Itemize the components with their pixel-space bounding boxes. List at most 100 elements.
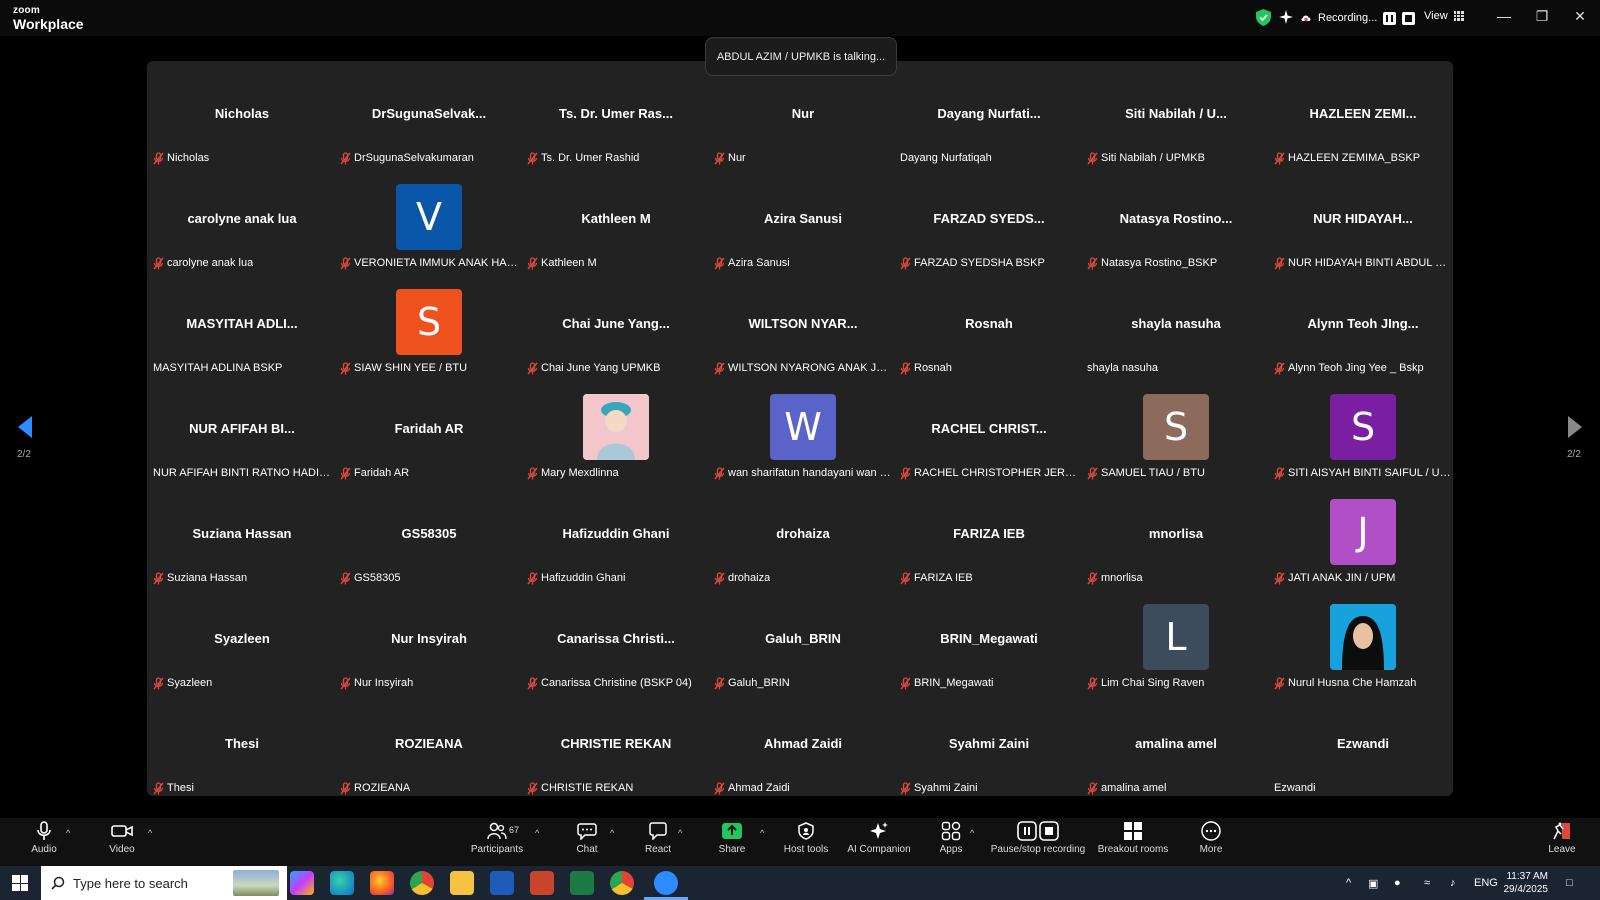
- view-button[interactable]: View: [1424, 10, 1464, 22]
- participant-tile[interactable]: Ts. Dr. Umer Ras... Ts. Dr. Umer Rashid: [523, 63, 709, 168]
- word-app-icon[interactable]: [490, 871, 514, 895]
- powerpoint-app-icon[interactable]: [530, 871, 554, 895]
- microphone-tray-icon[interactable]: ●: [1394, 866, 1401, 900]
- participant-tile[interactable]: V VERONIETA IMMUK ANAK HARR...: [336, 168, 522, 273]
- chat-button[interactable]: Chat: [572, 818, 602, 866]
- meet-now-icon[interactable]: ▣: [1368, 866, 1378, 900]
- next-page-arrow-icon[interactable]: [1566, 415, 1584, 439]
- encryption-shield-icon[interactable]: [1256, 9, 1271, 26]
- participant-tile[interactable]: S SAMUEL TIAU / BTU: [1083, 378, 1269, 483]
- participant-tile[interactable]: drohaiza drohaiza: [710, 483, 896, 588]
- chrome-profile-app-icon[interactable]: [610, 871, 634, 895]
- react-button[interactable]: React: [642, 818, 674, 866]
- zoom-app-icon[interactable]: [654, 871, 678, 895]
- participant-tile[interactable]: Canarissa Christi... Canarissa Christine …: [523, 588, 709, 693]
- participant-tile[interactable]: Siti Nabilah / U... Siti Nabilah / UPMKB: [1083, 63, 1269, 168]
- participant-tile[interactable]: Hafizuddin Ghani Hafizuddin Ghani: [523, 483, 709, 588]
- pause-stop-recording-button[interactable]: Pause/stop recording: [990, 818, 1086, 866]
- participant-tile[interactable]: NUR AFIFAH BI... NUR AFIFAH BINTI RATNO H…: [149, 378, 335, 483]
- participant-tile[interactable]: shayla nasuha shayla nasuha: [1083, 273, 1269, 378]
- previous-page-arrow-icon[interactable]: [16, 415, 34, 439]
- close-icon[interactable]: ✕: [1570, 8, 1590, 26]
- participant-tile[interactable]: ROZIEANA ROZIEANA: [336, 693, 522, 798]
- participant-tile[interactable]: RACHEL CHRIST... RACHEL CHRISTOPHER JERRY…: [896, 378, 1082, 483]
- audio-button[interactable]: Audio: [26, 818, 62, 866]
- participant-tile[interactable]: Suziana Hassan Suziana Hassan: [149, 483, 335, 588]
- participant-tile[interactable]: Ezwandi Ezwandi: [1270, 693, 1456, 798]
- wifi-icon[interactable]: ≈: [1424, 866, 1430, 900]
- participant-tile[interactable]: BRIN_Megawati BRIN_Megawati: [896, 588, 1082, 693]
- host-shield-icon: [798, 822, 814, 840]
- participant-tile[interactable]: Nur Nur: [710, 63, 896, 168]
- stop-recording-button[interactable]: [1402, 11, 1416, 25]
- chrome-app-icon[interactable]: [410, 871, 434, 895]
- participant-tile[interactable]: Nurul Husna Che Hamzah: [1270, 588, 1456, 693]
- video-options-chevron-icon[interactable]: ^: [148, 828, 156, 838]
- participant-tile[interactable]: Galuh_BRIN Galuh_BRIN: [710, 588, 896, 693]
- participant-tile[interactable]: Wwan sharifatun handayani wan z...: [710, 378, 896, 483]
- participant-tile[interactable]: carolyne anak lua carolyne anak lua: [149, 168, 335, 273]
- participant-tile[interactable]: L Lim Chai Sing Raven: [1083, 588, 1269, 693]
- participant-tile[interactable]: GS58305 GS58305: [336, 483, 522, 588]
- participant-tile[interactable]: Nur Insyirah Nur Insyirah: [336, 588, 522, 693]
- minimize-icon[interactable]: —: [1494, 8, 1514, 26]
- participant-tile[interactable]: Natasya Rostino... Natasya Rostino_BSKP: [1083, 168, 1269, 273]
- show-hidden-icons-chevron-icon[interactable]: ^: [1346, 866, 1351, 900]
- participant-tile[interactable]: HAZLEEN ZEMI... HAZLEEN ZEMIMA_BSKP: [1270, 63, 1456, 168]
- share-options-chevron-icon[interactable]: ^: [760, 828, 768, 838]
- breakout-rooms-button[interactable]: Breakout rooms: [1096, 818, 1170, 866]
- participant-tile[interactable]: Syazleen Syazleen: [149, 588, 335, 693]
- share-button[interactable]: Share: [717, 818, 747, 866]
- participant-tile[interactable]: Syahmi Zaini Syahmi Zaini: [896, 693, 1082, 798]
- participant-tile[interactable]: Mary Mexdlinna: [523, 378, 709, 483]
- participant-tile[interactable]: mnorlisa mnorlisa: [1083, 483, 1269, 588]
- language-indicator[interactable]: ENG: [1474, 866, 1498, 900]
- audio-options-chevron-icon[interactable]: ^: [66, 828, 74, 838]
- copilot-app-icon[interactable]: [290, 871, 314, 895]
- apps-button[interactable]: Apps: [936, 818, 966, 866]
- participant-tile[interactable]: Chai June Yang... Chai June Yang UPMKB: [523, 273, 709, 378]
- participant-tile[interactable]: Faridah AR Faridah AR: [336, 378, 522, 483]
- participant-tile[interactable]: WILTSON NYAR... WILTSON NYARONG ANAK JOST…: [710, 273, 896, 378]
- restore-icon[interactable]: ❐: [1532, 8, 1552, 26]
- ai-companion-button[interactable]: AI Companion: [844, 818, 914, 866]
- participant-tile[interactable]: S SITI AISYAH BINTI SAIFUL / UPM: [1270, 378, 1456, 483]
- participant-tile[interactable]: Azira Sanusi Azira Sanusi: [710, 168, 896, 273]
- host-tools-button[interactable]: Host tools: [780, 818, 832, 866]
- participant-tile[interactable]: amalina amel amalina amel: [1083, 693, 1269, 798]
- chat-options-chevron-icon[interactable]: ^: [610, 828, 618, 838]
- excel-app-icon[interactable]: [570, 871, 594, 895]
- participant-tile[interactable]: Alynn Teoh JIng... Alynn Teoh Jing Yee _ …: [1270, 273, 1456, 378]
- participant-tile[interactable]: CHRISTIE REKAN CHRISTIE REKAN: [523, 693, 709, 798]
- more-button[interactable]: More: [1196, 818, 1226, 866]
- react-options-chevron-icon[interactable]: ^: [678, 828, 686, 838]
- recording-indicator[interactable]: Recording...: [1300, 9, 1416, 27]
- participant-tile[interactable]: MASYITAH ADLI... MASYITAH ADLINA BSKP: [149, 273, 335, 378]
- edge-app-icon[interactable]: [330, 871, 354, 895]
- participant-tile[interactable]: FARZAD SYEDS... FARZAD SYEDSHA BSKP: [896, 168, 1082, 273]
- participant-tile[interactable]: Ahmad Zaidi Ahmad Zaidi: [710, 693, 896, 798]
- system-clock[interactable]: 11:37 AM 29/4/2025: [1496, 870, 1549, 896]
- windows-start-icon[interactable]: [12, 875, 28, 891]
- participant-tile[interactable]: Nicholas Nicholas: [149, 63, 335, 168]
- volume-icon[interactable]: ♪: [1450, 866, 1456, 900]
- leave-button[interactable]: Leave: [1546, 818, 1578, 866]
- apps-options-chevron-icon[interactable]: ^: [970, 828, 978, 838]
- participant-tile[interactable]: Kathleen M Kathleen M: [523, 168, 709, 273]
- participant-tile[interactable]: S SIAW SHIN YEE / BTU: [336, 273, 522, 378]
- participant-tile[interactable]: FARIZA IEB FARIZA IEB: [896, 483, 1082, 588]
- participant-tile[interactable]: Rosnah Rosnah: [896, 273, 1082, 378]
- pause-recording-button[interactable]: [1383, 11, 1397, 25]
- participant-tile[interactable]: Dayang Nurfati... Dayang Nurfatiqah: [896, 63, 1082, 168]
- participant-tile[interactable]: NUR HIDAYAH... NUR HIDAYAH BINTI ABDUL HA…: [1270, 168, 1456, 273]
- participant-tile[interactable]: DrSugunaSelvak... DrSugunaSelvakumaran: [336, 63, 522, 168]
- participant-tile[interactable]: Thesi Thesi: [149, 693, 335, 798]
- participant-tile[interactable]: J JATI ANAK JIN / UPM: [1270, 483, 1456, 588]
- taskbar-search-box[interactable]: Type here to search: [41, 866, 287, 900]
- notifications-icon[interactable]: □: [1566, 866, 1573, 900]
- participants-options-chevron-icon[interactable]: ^: [535, 828, 543, 838]
- file-explorer-icon[interactable]: [450, 871, 474, 895]
- firefox-app-icon[interactable]: [370, 871, 394, 895]
- video-button[interactable]: Video: [104, 818, 140, 866]
- ai-sparkle-icon[interactable]: [1278, 9, 1294, 25]
